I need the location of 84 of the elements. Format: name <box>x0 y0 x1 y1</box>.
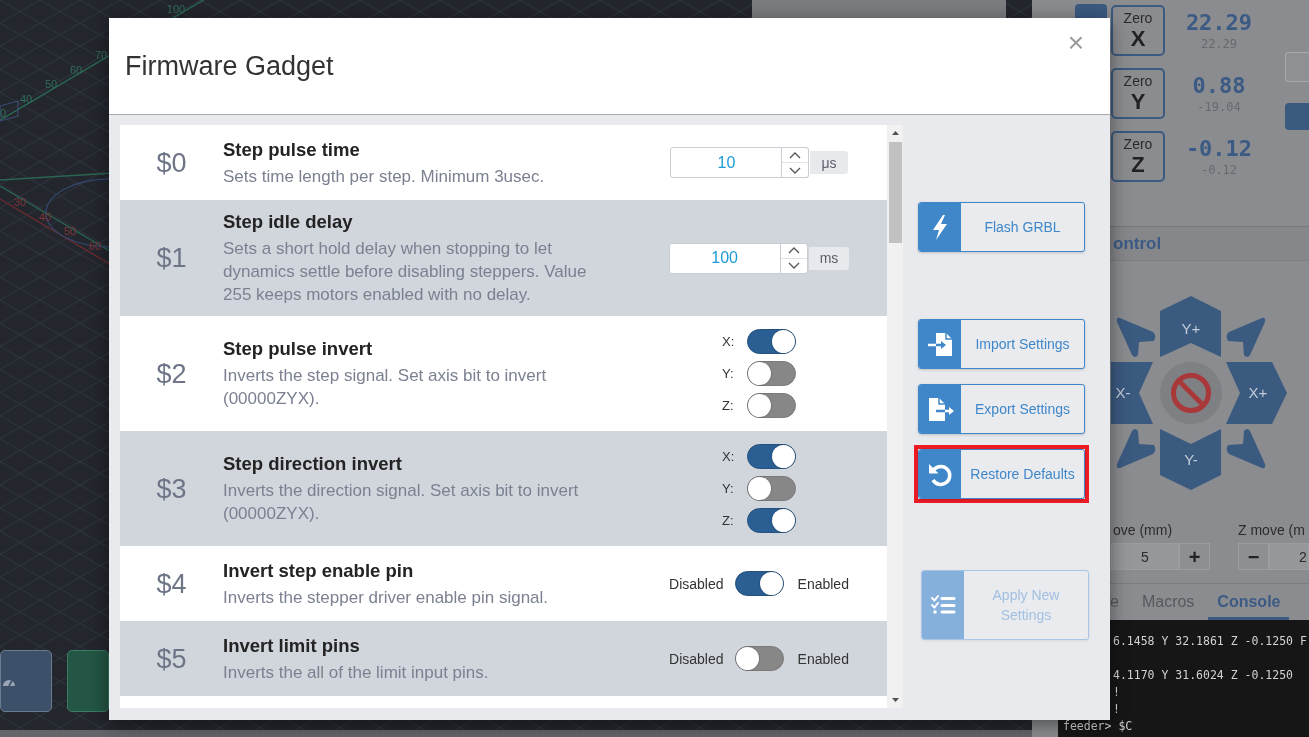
toggle-switch[interactable] <box>747 508 796 533</box>
step-input[interactable]: 5 <box>1111 543 1179 570</box>
axis-label: X: <box>722 334 736 349</box>
diagonal-jog-button[interactable] <box>1116 429 1156 469</box>
setting-code: $1 <box>155 242 188 274</box>
setting-code: $5 <box>155 642 188 675</box>
setting-description: Inverts the stepper driver enable pin signal. <box>223 586 549 609</box>
canvas-button[interactable] <box>67 650 109 712</box>
file-import-icon <box>919 320 961 368</box>
setting-code: $0 <box>155 146 188 179</box>
setting-title: Invert limit pins <box>223 633 360 658</box>
setting-description: Sets a short hold delay when stopping to let dynamics settle before disabling steppers. Value 255 keeps motors enabled with no delay. <box>223 238 588 306</box>
on-label: Enabled <box>797 575 849 592</box>
chevron-down-icon <box>789 166 802 174</box>
toggle-switch[interactable] <box>747 393 796 418</box>
axis-label: Y: <box>722 481 735 496</box>
section-title: ontrol <box>1113 233 1162 254</box>
increase-button[interactable]: + <box>1179 543 1210 570</box>
diagonal-jog-button[interactable] <box>1226 317 1266 357</box>
on-label: Enabled <box>797 650 849 667</box>
off-label: Disabled <box>669 575 724 592</box>
setting-description: Inverts the step signal. Set axis bit to invert (00000ZYX). <box>223 365 548 410</box>
scrollbar-thumb[interactable] <box>888 142 902 243</box>
setting-description: Inverts the direction signal. Set axis bit to invert (00000ZYX). <box>223 480 580 525</box>
decrease-button[interactable]: − <box>1238 543 1269 570</box>
export-button[interactable]: Export Settings <box>918 384 1085 434</box>
step-input[interactable]: 2 <box>1269 543 1309 570</box>
axis-label: Y: <box>722 366 735 381</box>
setting-title: Step pulse time <box>223 137 360 162</box>
zero-button[interactable]: Zero X <box>1111 5 1165 56</box>
number-input[interactable]: 100 <box>668 242 781 274</box>
setting-description: Inverts the all of the limit input pins. <box>223 661 489 684</box>
off-label: Disabled <box>669 650 724 667</box>
setting-title: Step pulse invert <box>223 337 373 361</box>
rotate-left-icon <box>919 450 961 498</box>
setting-description: Sets time length per step. Minimum 3usec. <box>223 165 545 188</box>
chevron-down-icon <box>787 262 800 269</box>
console-line: 4.1170 Y 31.6024 Z -0.1250 <box>1113 667 1293 684</box>
console-prompt: feeder> $C <box>1063 718 1133 735</box>
setting-title: Step idle delay <box>223 210 353 234</box>
prohibition-icon <box>1171 373 1211 413</box>
chevron-up-icon <box>789 151 802 159</box>
axis-label: X: <box>722 449 736 464</box>
work-position: 0.88 <box>1192 72 1246 100</box>
toggle-switch[interactable] <box>747 476 796 501</box>
jog-left-button[interactable]: X- <box>1111 362 1153 424</box>
toggle-switch[interactable] <box>747 444 796 469</box>
triangle-up-icon[interactable] <box>891 131 899 135</box>
jog-up-button[interactable]: Y+ <box>1160 296 1221 357</box>
field-label: Z move (m <box>1238 522 1305 538</box>
number-input[interactable]: 10 <box>670 147 783 178</box>
diagonal-jog-button[interactable] <box>1226 429 1266 469</box>
dialog-title: Firmware Gadget <box>125 50 334 83</box>
axis-label: Z: <box>722 513 735 528</box>
setting-title: Invert step enable pin <box>223 558 414 583</box>
work-position: -0.12 <box>1185 135 1253 163</box>
jog-right-button[interactable]: X+ <box>1226 362 1287 424</box>
setting-code: $4 <box>155 567 188 600</box>
unit-label: μs <box>810 151 848 174</box>
field-label: ove (mm) <box>1113 522 1173 538</box>
work-position: 22.29 <box>1185 9 1253 37</box>
import-button[interactable]: Import Settings <box>918 319 1085 369</box>
toggle-switch[interactable] <box>747 361 796 386</box>
triangle-down-icon[interactable] <box>891 698 899 702</box>
setting-code: $3 <box>155 472 188 505</box>
toggle-switch[interactable] <box>734 571 784 596</box>
axis-label: Z: <box>722 398 735 413</box>
checklist-icon <box>922 571 964 639</box>
close-button[interactable]: × <box>1065 29 1086 57</box>
toggle-switch[interactable] <box>747 329 796 354</box>
console-line: 6.1458 Y 32.1861 Z -0.1250 F <box>1113 633 1307 650</box>
jog-down-button[interactable]: Y- <box>1160 429 1221 490</box>
console-line: ! <box>1113 684 1120 701</box>
chevron-up-icon <box>787 247 800 254</box>
flash-button[interactable]: Flash GRBL <box>918 202 1085 252</box>
file-export-icon <box>919 385 961 433</box>
toggle-switch[interactable] <box>734 646 784 671</box>
lightning-icon <box>919 203 961 251</box>
restore-button[interactable]: Restore Defaults <box>918 449 1085 499</box>
setting-title: Step direction invert <box>223 452 402 476</box>
setting-code: $2 <box>155 357 188 390</box>
diagonal-jog-button[interactable] <box>1116 317 1156 357</box>
unit-label: ms <box>808 246 850 270</box>
console-line: ! <box>1113 701 1120 718</box>
